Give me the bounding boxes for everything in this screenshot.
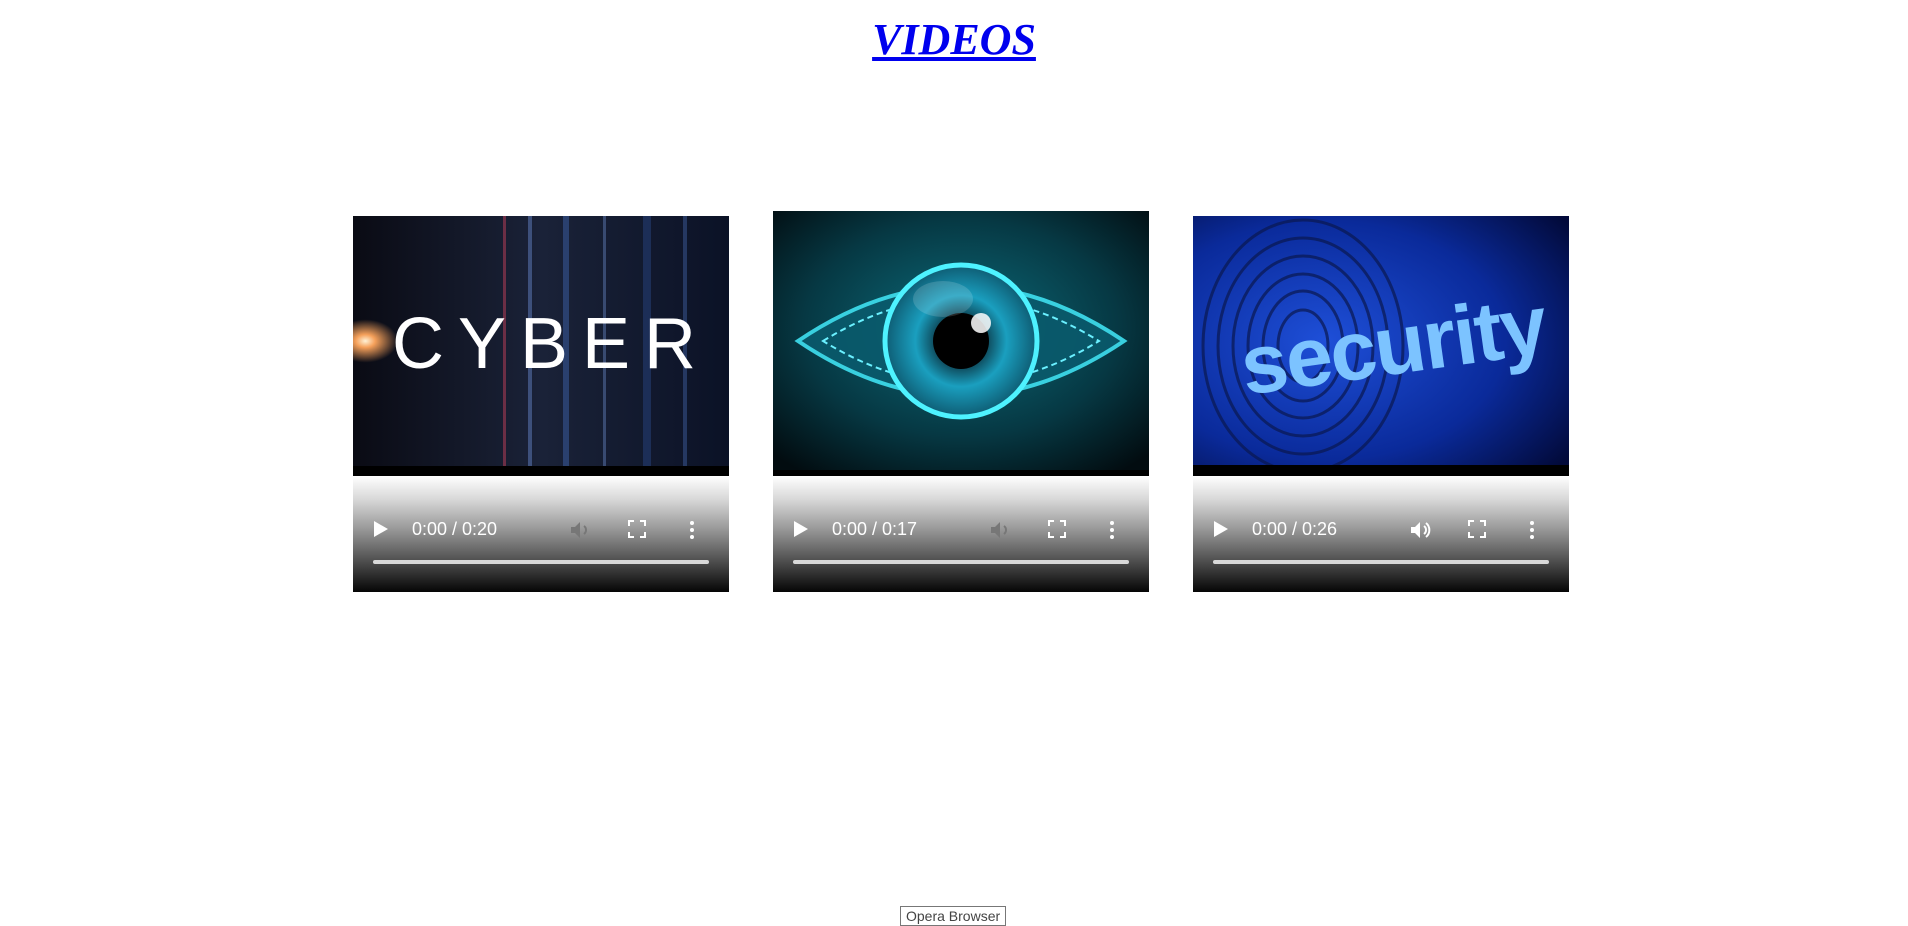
play-icon[interactable] xyxy=(794,521,808,537)
video-player-2[interactable]: 0:00 / 0:17 xyxy=(773,211,1149,592)
fullscreen-icon[interactable] xyxy=(1468,520,1486,538)
more-options-icon[interactable] xyxy=(1108,518,1116,542)
video-thumbnail-security: security xyxy=(1193,216,1569,465)
video-controls: 0:00 / 0:17 xyxy=(773,476,1149,592)
video-controls: 0:00 / 0:20 xyxy=(353,476,729,592)
video-thumbnail-eye xyxy=(773,211,1149,470)
play-icon[interactable] xyxy=(374,521,388,537)
video-thumbnail-cyber: CYBER xyxy=(353,216,729,466)
play-icon[interactable] xyxy=(1214,521,1228,537)
page-title-wrapper: VIDEOS xyxy=(0,14,1908,65)
video-player-3[interactable]: security 0:00 / 0:26 xyxy=(1193,216,1569,592)
fullscreen-icon[interactable] xyxy=(628,520,646,538)
video-time: 0:00 / 0:17 xyxy=(832,519,918,539)
progress-bar[interactable] xyxy=(373,560,709,564)
video-time: 0:00 / 0:20 xyxy=(412,519,498,539)
more-options-icon[interactable] xyxy=(688,518,696,542)
video-controls: 0:00 / 0:26 xyxy=(1193,476,1569,592)
progress-bar[interactable] xyxy=(1213,560,1549,564)
footer-label: Opera Browser xyxy=(900,906,1007,926)
video-player-1[interactable]: CYBER 0:00 / 0:20 xyxy=(353,216,729,592)
fullscreen-icon[interactable] xyxy=(1048,520,1066,538)
progress-bar[interactable] xyxy=(793,560,1129,564)
volume-icon xyxy=(991,522,1007,538)
video-time: 0:00 / 0:26 xyxy=(1252,519,1338,539)
cyber-thumbnail-text: CYBER xyxy=(392,304,710,384)
more-options-icon[interactable] xyxy=(1528,518,1536,542)
page-title-link[interactable]: VIDEOS xyxy=(872,15,1036,64)
volume-icon xyxy=(571,522,587,538)
volume-icon[interactable] xyxy=(1408,518,1432,542)
